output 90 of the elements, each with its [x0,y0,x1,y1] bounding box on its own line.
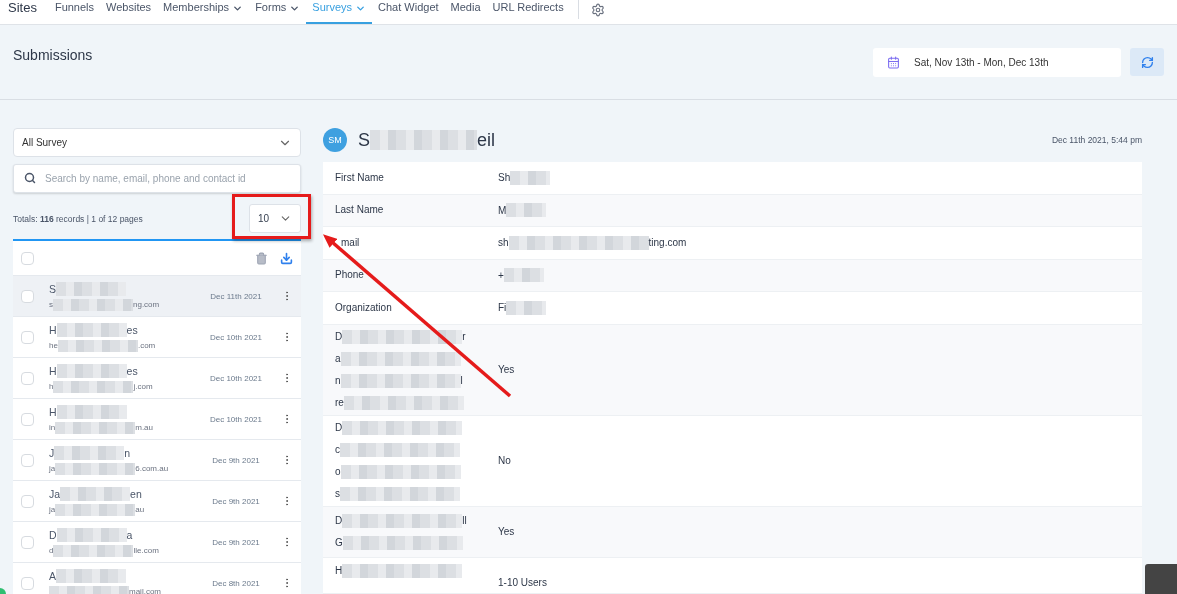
submitted-time: Dec 11th 2021, 5:44 pm [1051,135,1142,145]
row-checkbox[interactable] [21,535,34,549]
nav-item[interactable]: Funnels [48,0,101,24]
field-value: No [498,455,511,466]
totals-text: Totals: 116 records | 1 of 12 pages [13,213,143,224]
submitter-email: ja au [49,503,145,516]
submission-date: Dec 10th 2021 [208,373,263,383]
submission-date: Dec 10th 2021 [208,332,263,342]
search-field[interactable]: Search by name, email, phone and contact id [13,164,301,193]
brand: Sites [8,0,37,17]
submitter-email: in m.au [49,421,154,434]
submitter-name: S [49,281,126,296]
field-label: Last Name [335,203,384,218]
field-label: D [335,416,463,439]
redaction-block [56,322,127,337]
field-label: a [335,347,461,370]
submitter-email: h j.com [49,380,153,393]
submitter-name: J n [49,445,131,460]
refresh-button[interactable] [1130,48,1164,76]
submitter-name: D a [49,527,133,542]
avatar: SM [323,128,347,152]
submitter-name: Ja en [49,486,142,501]
field-value: + [498,268,544,283]
row-checkbox[interactable] [21,330,34,344]
submission-date: Dec 9th 2021 [211,455,261,465]
submission-date: Dec 11th 2021 [209,291,263,301]
survey-select[interactable]: All Survey [13,128,301,157]
field-label: Phone [335,268,364,283]
redaction-block [510,170,551,185]
field-label: First Name [335,170,384,185]
submitter-name: H es [49,322,138,337]
page-size-select[interactable]: 10 [249,204,301,233]
redaction-block [506,203,547,218]
nav-item[interactable]: Memberships [157,0,250,24]
refresh-icon [1140,55,1154,69]
calendar-icon [887,56,900,69]
page-title: Submissions [13,47,93,63]
field-value: sh ting.com [498,235,687,250]
field-value: Fi [498,300,547,315]
redaction-block [56,527,127,542]
field-label: D ll [335,512,467,530]
row-checkbox[interactable] [21,289,34,303]
contact-name: S eil [358,129,496,151]
row-checkbox[interactable] [21,453,34,467]
submission-date: Dec 8th 2021 [211,578,261,588]
field-label: o [335,460,461,483]
submitter-email: ja 6.com.au [49,462,169,475]
select-all-checkbox[interactable] [21,251,34,265]
nav-item[interactable]: Chat Widget [372,0,445,24]
nav-item[interactable]: Websites [100,0,158,24]
row-checkbox[interactable] [21,576,34,590]
redaction-block [506,300,547,315]
nav-item[interactable]: URL Redirects [486,0,570,24]
row-checkbox[interactable] [21,412,34,426]
submitter-name: H es [49,363,138,378]
submitter-email: mail.com [49,585,161,594]
field-label: mail [340,235,360,250]
field-label: Organization [335,300,392,315]
row-checkbox[interactable] [21,371,34,385]
submitter-name: A [49,568,126,583]
submitter-email: he .com [49,339,156,352]
submission-date: Dec 9th 2021 [211,537,261,547]
field-label: n l [335,372,463,390]
date-range-picker[interactable]: Sat, Nov 13th - Mon, Dec 13th [873,48,1121,77]
nav-item[interactable]: Forms [249,0,307,24]
field-label: D r [335,328,466,346]
download-icon[interactable] [280,251,293,265]
field-value: M [498,203,547,218]
field-value: Yes [498,526,515,537]
submitter-email: s ng.com [49,298,160,311]
field-label: H [335,559,463,582]
submission-date: Dec 10th 2021 [208,414,263,424]
submission-row[interactable]: S s ng.com Dec 11th 2021 [13,276,301,317]
nav-item[interactable]: Media [444,0,487,24]
field-label: s [335,482,460,505]
submission-date: Dec 9th 2021 [211,496,261,506]
redaction-block [56,363,127,378]
field-value: Yes [498,364,515,375]
field-value: Sh [498,170,551,185]
trash-icon[interactable] [255,251,268,265]
row-checkbox[interactable] [21,494,34,508]
search-icon [24,172,36,184]
field-label: c [335,438,460,461]
redaction-block [60,486,131,501]
field-value: 1-10 Users [498,575,547,588]
submitter-email: d lle.com [49,544,159,557]
submitter-name: H [49,404,127,419]
field-label: re [335,391,464,414]
settings-icon[interactable] [590,3,605,17]
field-label: G [335,531,463,554]
